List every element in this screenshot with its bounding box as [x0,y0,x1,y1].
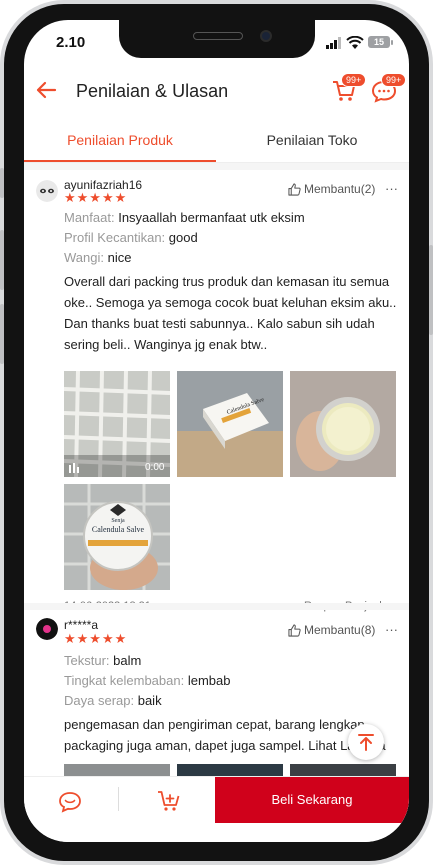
bar-divider [118,787,119,811]
review-photo[interactable] [290,371,396,477]
cart-button[interactable]: 99+ [331,73,367,109]
battery-cap [391,40,393,45]
back-arrow-icon[interactable] [34,78,58,102]
review-photo[interactable] [177,764,283,776]
tab-penilaian-toko[interactable]: Penilaian Toko [216,132,408,148]
notch [119,20,315,58]
review-photo[interactable] [64,764,170,776]
arrow-up-icon [358,734,374,751]
phone-button [429,245,433,335]
avatar[interactable] [36,618,58,640]
attribute-key: Wangi: [64,250,104,265]
video-duration: 0:00 [145,462,165,473]
thumbs-up-icon [288,182,301,196]
battery-icon: 15 [368,36,390,48]
attribute-key: Tingkat kelembaban: [64,673,185,688]
wifi-icon [346,36,364,49]
tab-penilaian-produk[interactable]: Penilaian Produk [24,132,216,148]
review-text: Overall dari packing trus produk dan kem… [64,274,397,352]
attribute-value: baik [137,693,162,708]
attribute-value: Insyaallah bermanfaat utk eksim [118,210,305,225]
review-photo[interactable]: Calendula Salve Senja [64,484,170,590]
scroll-to-top-button[interactable] [348,724,384,760]
add-to-cart-icon[interactable] [156,789,182,813]
review-photo[interactable]: Calendula Salve [177,371,283,477]
phone-frame: 2.10 15 Penilaian & Ulasan 99+ 99+ Penil… [0,0,433,865]
product-label: Calendula Salve [92,525,145,534]
review-attribute: Tingkat kelembaban: lembab [64,673,230,688]
more-options-icon[interactable]: ··· [385,181,398,196]
video-icon [69,463,79,473]
attribute-value: nice [107,250,132,265]
helpful-button[interactable]: Membantu(2) [288,182,375,196]
attribute-key: Tekstur: [64,653,110,668]
rating-stars: ★★★★★ [64,190,128,205]
attribute-key: Daya serap: [64,693,135,708]
page-title: Penilaian & Ulasan [76,81,229,101]
attribute-value: balm [113,653,142,668]
avatar[interactable] [36,180,58,202]
attribute-value: good [168,230,198,245]
helpful-button[interactable]: Membantu(8) [288,623,375,637]
front-camera [260,30,272,42]
bottom-action-bar: Beli Sekarang [24,776,409,842]
cart-badge: 99+ [341,73,367,87]
more-options-icon[interactable]: ··· [385,622,398,637]
attribute-key: Manfaat: [64,210,115,225]
battery-level: 15 [373,37,384,47]
section-divider [24,163,409,170]
section-divider [24,603,409,610]
chat-seller-icon[interactable] [58,791,82,813]
chat-badge: 99+ [381,73,407,87]
tab-bar: Penilaian Produk Penilaian Toko [24,120,409,163]
status-time: 2.10 [56,34,86,51]
helpful-count: Membantu(8) [304,623,376,637]
helpful-count: Membantu(2) [304,182,376,196]
review-attribute: Tekstur: balm [64,653,141,668]
rating-stars: ★★★★★ [64,631,128,646]
product-open-photo [290,371,396,477]
app-header: Penilaian & Ulasan 99+ 99+ [24,64,409,120]
review-card: ayunifazriah16 ★★★★★ Membantu(2) ··· Man… [24,170,409,612]
buy-now-button[interactable]: Beli Sekarang [215,777,409,823]
review-attribute: Profil Kecantikan: good [64,230,198,245]
speaker-grille [193,32,243,40]
reviewer-name: r*****a [64,618,99,632]
chat-button[interactable]: 99+ [371,73,407,109]
review-photo[interactable] [290,764,396,776]
review-attribute: Manfaat: Insyaallah bermanfaat utk eksim [64,210,305,225]
screen: 2.10 15 Penilaian & Ulasan 99+ 99+ Penil… [24,20,409,842]
attribute-value: lembab [187,673,231,688]
signal-icon [326,37,341,49]
product-hand-photo: Calendula Salve Senja [64,484,170,590]
review-attribute: Wangi: nice [64,250,131,265]
active-tab-indicator [24,160,216,162]
product-box-photo: Calendula Salve [177,371,283,477]
review-attribute: Daya serap: baik [64,693,162,708]
attribute-key: Profil Kecantikan: [64,230,166,245]
thumbs-up-icon [288,623,301,637]
product-brand: Senja [111,518,125,524]
review-video-thumbnail[interactable]: 0:00 [64,371,170,477]
